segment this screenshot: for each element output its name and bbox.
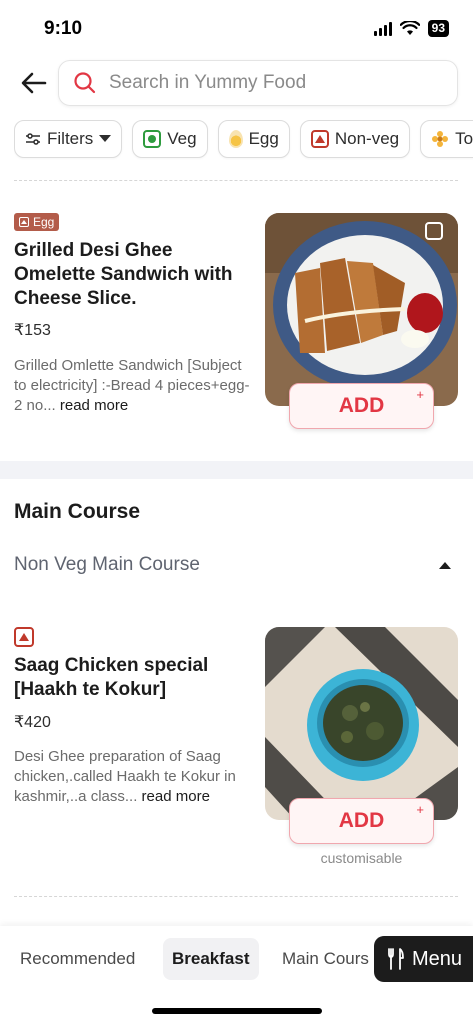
- status-bar: 9:10 93: [0, 0, 473, 56]
- item-title: Saag Chicken special [Haakh te Kokur]: [14, 655, 209, 700]
- section-separator: [0, 461, 473, 479]
- nonveg-chip[interactable]: Non-veg: [299, 120, 411, 158]
- back-arrow-icon[interactable]: [18, 68, 50, 98]
- add-button[interactable]: ADD +: [289, 798, 434, 844]
- signal-icon: [373, 21, 392, 36]
- sliders-icon: [26, 133, 40, 145]
- add-plus-icon: +: [416, 802, 424, 817]
- home-indicator: [152, 1008, 322, 1014]
- veg-label: Veg: [167, 129, 197, 148]
- status-icons: 93: [373, 20, 449, 37]
- extra-filter-label: To: [455, 129, 473, 148]
- status-time: 9:10: [44, 18, 83, 39]
- divider: [14, 180, 458, 181]
- item-description: Desi Ghee preparation of Saag chicken,.c…: [14, 747, 254, 807]
- item-image[interactable]: [265, 213, 458, 406]
- read-more-link[interactable]: read more: [60, 397, 128, 414]
- item-description: Grilled Omlette Sandwich [Subject to ele…: [14, 356, 254, 416]
- veg-chip[interactable]: Veg: [132, 120, 208, 158]
- item-price: ₹420: [14, 714, 51, 731]
- section-title: Main Course: [14, 500, 141, 523]
- caret-down-icon: [99, 135, 112, 142]
- nonveg-label: Non-veg: [334, 129, 400, 148]
- egg-label: Egg: [248, 129, 279, 148]
- bottom-category-nav: Recommended Breakfast Main Cours Menu: [0, 926, 473, 1024]
- egg-icon: [228, 130, 243, 148]
- item-price: ₹153: [14, 322, 51, 339]
- egg-chip[interactable]: Egg: [217, 120, 290, 158]
- collapse-caret-icon[interactable]: [439, 562, 451, 569]
- menu-label: Menu: [412, 947, 463, 970]
- nonveg-icon: [14, 627, 34, 647]
- tab-breakfast[interactable]: Breakfast: [163, 938, 259, 980]
- egg-badge-label: Egg: [33, 215, 55, 229]
- filters-chip[interactable]: Filters: [14, 120, 123, 158]
- search-icon: [74, 72, 96, 94]
- cutlery-icon: [388, 948, 404, 970]
- filter-chips: Filters Veg Egg Non-veg To: [14, 120, 473, 160]
- header: [0, 58, 473, 108]
- nonveg-icon: [310, 130, 329, 148]
- saag-chicken-image: [265, 627, 458, 820]
- search-input[interactable]: [109, 72, 429, 94]
- menu-button[interactable]: Menu: [374, 936, 473, 982]
- extra-filter-chip[interactable]: To: [420, 120, 473, 158]
- item-description-text: Grilled Omlette Sandwich [Subject to ele…: [14, 357, 250, 414]
- veg-icon: [143, 130, 162, 148]
- divider: [14, 896, 458, 897]
- read-more-link[interactable]: read more: [142, 788, 210, 805]
- egg-badge: Egg: [14, 213, 60, 231]
- customisable-label: customisable: [320, 850, 403, 866]
- flower-icon: [432, 131, 449, 147]
- add-button[interactable]: ADD +: [289, 383, 434, 429]
- wifi-icon: [399, 21, 420, 35]
- sandwich-plate-image: [265, 213, 458, 406]
- tab-main-course[interactable]: Main Cours: [273, 938, 378, 980]
- filters-label: Filters: [47, 129, 94, 148]
- item-image[interactable]: [265, 627, 458, 820]
- search-bar[interactable]: [58, 60, 458, 106]
- subsection-title[interactable]: Non Veg Main Course: [14, 554, 200, 576]
- add-plus-icon: +: [416, 387, 424, 402]
- tab-recommended[interactable]: Recommended: [11, 938, 144, 980]
- egg-badge-icon: [19, 217, 29, 227]
- item-title: Grilled Desi Ghee Omelette Sandwich with…: [14, 240, 233, 309]
- add-label: ADD: [338, 809, 385, 832]
- battery-indicator: 93: [427, 20, 449, 37]
- add-label: ADD: [338, 394, 385, 417]
